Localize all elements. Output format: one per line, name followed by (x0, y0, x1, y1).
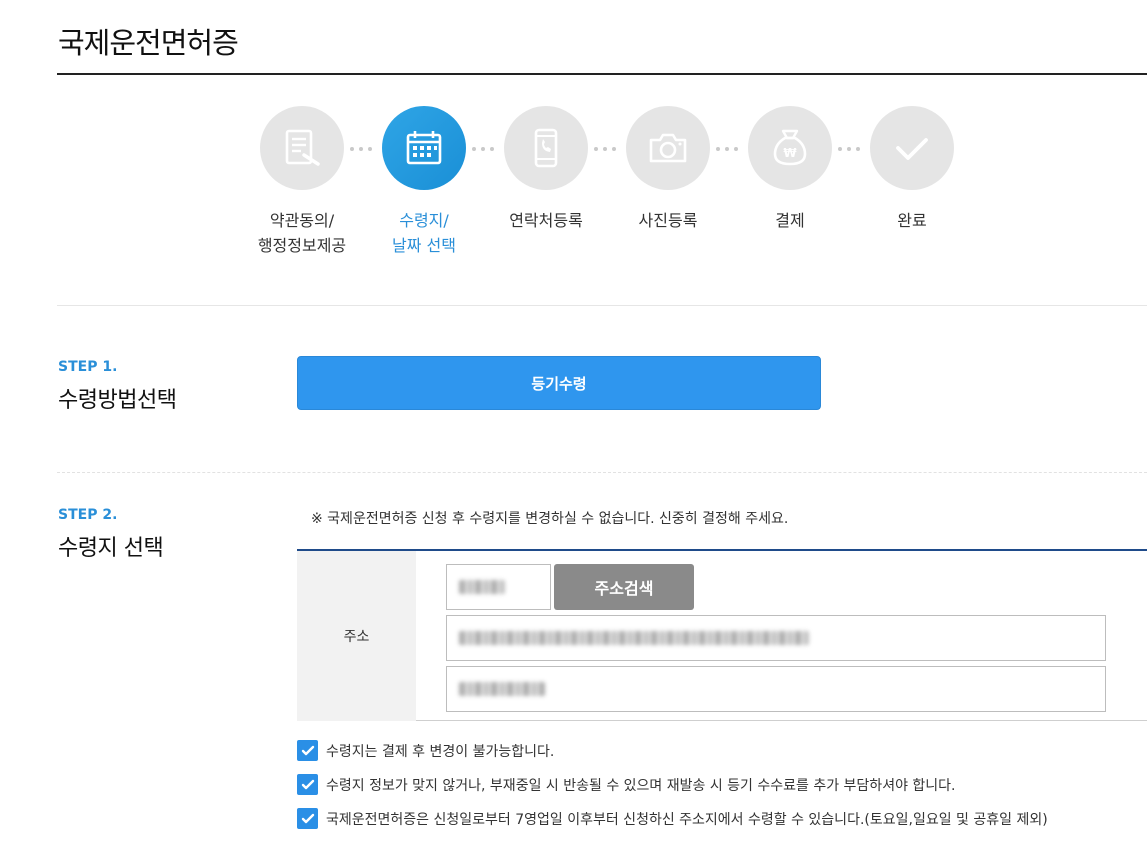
step-connector (716, 147, 738, 151)
agreement-item[interactable]: 수령지 정보가 맞지 않거나, 부재중일 시 반송될 수 있으며 재발송 시 등… (297, 774, 956, 795)
step-label-line: 수령지/ (399, 211, 449, 230)
page-title: 국제운전면허증 (58, 26, 239, 60)
agreement-item[interactable]: 국제운전면허증은 신청일로부터 7영업일 이후부터 신청하신 주소지에서 수령할… (297, 808, 1048, 829)
step-receipt-circle (382, 106, 466, 190)
calendar-icon (406, 131, 442, 165)
phone-icon (534, 128, 558, 168)
step-photo-circle (626, 106, 710, 190)
step2-heading: 수령지 선택 (58, 536, 164, 561)
redacted-address (459, 631, 809, 645)
address-table: 주소 주소검색 (297, 549, 1147, 721)
registered-mail-button[interactable]: 등기수령 (297, 356, 821, 410)
checkbox-checked-icon[interactable] (297, 808, 318, 829)
checkbox-checked-icon[interactable] (297, 774, 318, 795)
section-divider (57, 472, 1147, 473)
step-connector (350, 147, 372, 151)
step-label-photo: 사진등록 (638, 211, 698, 230)
step1-heading: 수령방법선택 (58, 388, 177, 413)
step-connector (838, 147, 860, 151)
agreement-item[interactable]: 수령지는 결제 후 변경이 불가능합니다. (297, 740, 554, 761)
step-label-terms: 약관동의/ 행정정보제공 (232, 208, 372, 258)
step-payment-circle: ₩ (748, 106, 832, 190)
section-divider (57, 305, 1147, 306)
camera-icon (649, 133, 687, 163)
step-label-receipt: 수령지/ 날짜 선택 (354, 208, 494, 258)
step-connector (472, 147, 494, 151)
redacted-address-detail (459, 682, 545, 696)
address-search-button[interactable]: 주소검색 (554, 564, 694, 610)
checkmark-icon (896, 138, 928, 160)
step1-tag: STEP 1. (58, 359, 118, 375)
title-divider (57, 73, 1147, 75)
svg-text:₩: ₩ (783, 146, 797, 160)
money-bag-icon: ₩ (773, 129, 807, 166)
step-contact-circle (504, 106, 588, 190)
step-connector (594, 147, 616, 151)
address-line1-field[interactable] (446, 615, 1106, 661)
step-complete-circle (870, 106, 954, 190)
agreement-text: 수령지는 결제 후 변경이 불가능합니다. (326, 743, 555, 760)
document-pen-icon (285, 129, 320, 166)
change-notice: ※ 국제운전면허증 신청 후 수령지를 변경하실 수 없습니다. 신중히 결정해… (311, 511, 789, 527)
agreement-text: 국제운전면허증은 신청일로부터 7영업일 이후부터 신청하신 주소지에서 수령할… (326, 811, 1048, 828)
step-label-payment: 결제 (775, 211, 805, 230)
step-label-line: 날짜 선택 (392, 236, 456, 255)
redacted-postcode (459, 580, 505, 594)
step-label-line: 행정정보제공 (257, 236, 347, 255)
postcode-field[interactable] (446, 564, 551, 610)
agreement-text: 수령지 정보가 맞지 않거나, 부재중일 시 반송될 수 있으며 재발송 시 등… (326, 777, 956, 794)
address-line2-field[interactable] (446, 666, 1106, 712)
step-label-line: 약관동의/ (269, 211, 335, 230)
address-label: 주소 (297, 551, 416, 721)
step-label-complete: 완료 (897, 211, 927, 230)
step-label-contact: 연락처등록 (509, 211, 583, 230)
checkbox-checked-icon[interactable] (297, 740, 318, 761)
step-terms-circle (260, 106, 344, 190)
step2-tag: STEP 2. (58, 507, 118, 523)
